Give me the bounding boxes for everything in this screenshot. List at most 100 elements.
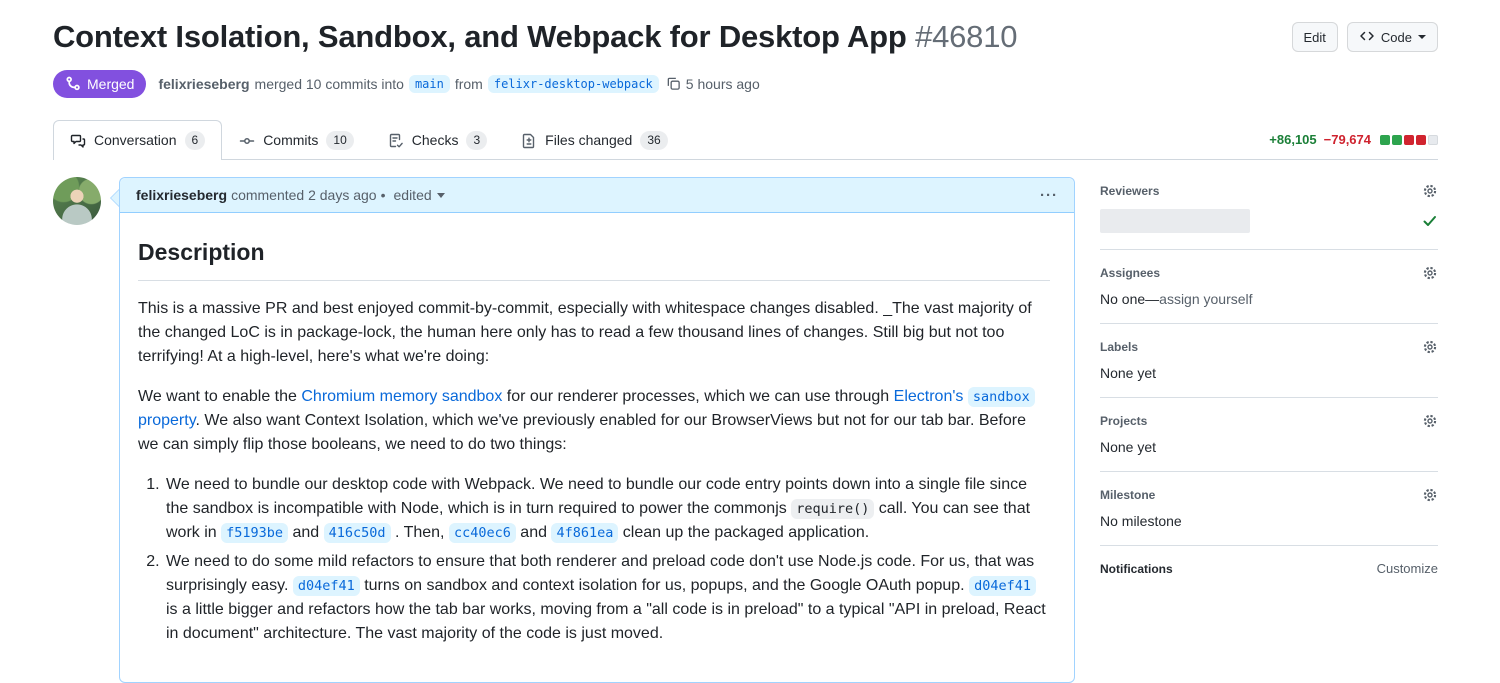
inline-link[interactable]: Electron's — [894, 388, 968, 405]
tab-conversation[interactable]: Conversation 6 — [53, 120, 222, 161]
pr-number: #46810 — [915, 19, 1017, 54]
pr-author[interactable]: felixrieseberg — [158, 76, 249, 92]
gear-icon[interactable] — [1422, 265, 1438, 281]
code-button-label: Code — [1381, 30, 1412, 45]
file-diff-icon — [521, 133, 537, 149]
comment-body: Description This is a massive PR and bes… — [120, 213, 1074, 682]
text-run: . Then, — [391, 524, 449, 541]
commit-link[interactable]: d04ef41 — [969, 576, 1036, 596]
assignees-value: No one—assign yourself — [1100, 291, 1438, 307]
gear-icon[interactable] — [1422, 487, 1438, 503]
code-icon — [1359, 28, 1375, 47]
pull-request-page: Context Isolation, Sandbox, and Webpack … — [0, 0, 1500, 683]
text-run: and — [288, 524, 324, 541]
chevron-down-icon — [1418, 35, 1426, 39]
avatar[interactable] — [53, 177, 101, 225]
merge-time[interactable]: 5 hours ago — [686, 76, 760, 92]
labels-heading-row: Labels — [1100, 339, 1438, 355]
assignees-heading-row: Assignees — [1100, 265, 1438, 281]
commit-link[interactable]: 4f861ea — [551, 523, 618, 543]
base-branch-label[interactable]: main — [409, 75, 450, 93]
comment-header: felixrieseberg commented 2 days ago • ed… — [120, 178, 1074, 213]
pr-header: Context Isolation, Sandbox, and Webpack … — [53, 18, 1438, 57]
reviewer-name-redacted[interactable] — [1100, 209, 1250, 233]
edited-dropdown[interactable]: edited — [394, 187, 445, 203]
commit-link[interactable]: f5193be — [221, 523, 288, 543]
gear-icon[interactable] — [1422, 339, 1438, 355]
inline-link[interactable]: Chromium memory sandbox — [301, 388, 502, 405]
reviewers-heading-row: Reviewers — [1100, 183, 1438, 199]
sidebar-section-notifications: Notifications Customize — [1100, 546, 1438, 592]
description-paragraph-2: We want to enable the Chromium memory sa… — [138, 385, 1050, 457]
assign-yourself-link[interactable]: assign yourself — [1159, 291, 1252, 307]
comment-caret — [111, 190, 119, 206]
diff-block-add — [1392, 135, 1402, 145]
commit-link[interactable]: d04ef41 — [293, 576, 360, 596]
merge-summary: felixrieseberg merged 10 commits into ma… — [158, 75, 759, 93]
sidebar-section-milestone: Milestone No milestone — [1100, 472, 1438, 546]
tab-files-changed-label: Files changed — [545, 131, 632, 151]
list-item: We need to do some mild refactors to ens… — [164, 550, 1050, 646]
pr-title-text: Context Isolation, Sandbox, and Webpack … — [53, 19, 907, 54]
pr-sidebar: Reviewers Assignees — [1100, 177, 1438, 683]
list-item: We need to bundle our desktop code with … — [164, 473, 1050, 545]
header-actions: Edit Code — [1292, 18, 1438, 52]
edited-label: edited — [394, 187, 432, 203]
tab-checks[interactable]: Checks 3 — [371, 120, 504, 161]
tab-commits-count: 10 — [326, 131, 353, 150]
text-run: . We also want Context Isolation, which … — [138, 412, 1026, 453]
commit-link[interactable]: cc40ec6 — [449, 523, 516, 543]
kebab-menu-icon[interactable]: ··· — [1040, 188, 1058, 203]
head-branch-label[interactable]: felixr-desktop-webpack — [488, 75, 659, 93]
text-run: for our renderer processes, which we can… — [502, 388, 893, 405]
comment-box: felixrieseberg commented 2 days ago • ed… — [119, 177, 1075, 683]
no-assignee-text: No one— — [1100, 291, 1159, 307]
chevron-down-icon — [437, 193, 445, 198]
text-run: This is a massive PR and best enjoyed co… — [138, 300, 1032, 365]
sidebar-section-reviewers: Reviewers — [1100, 183, 1438, 250]
diffstat-additions: +86,105 — [1269, 132, 1316, 147]
edit-button-label: Edit — [1304, 30, 1326, 45]
tabs: Conversation 6 Commits 10 Checks 3 — [53, 120, 685, 160]
gear-icon[interactable] — [1422, 183, 1438, 199]
status-badge-label: Merged — [87, 77, 134, 91]
comment-meta: commented 2 days ago — [231, 187, 377, 203]
diffstat-blocks — [1380, 135, 1438, 145]
comment-meta-separator: • — [381, 187, 386, 203]
tab-files-changed-count: 36 — [640, 131, 667, 150]
labels-heading: Labels — [1100, 340, 1138, 354]
reviewer-row — [1100, 209, 1438, 233]
notifications-heading-row: Notifications Customize — [1100, 561, 1438, 576]
labels-value: None yet — [1100, 365, 1438, 381]
edit-button[interactable]: Edit — [1292, 22, 1338, 52]
diff-block-del — [1404, 135, 1414, 145]
code-button[interactable]: Code — [1347, 22, 1438, 52]
inline-code: require() — [791, 499, 874, 519]
tab-files-changed[interactable]: Files changed 36 — [504, 120, 685, 161]
inline-link[interactable]: property — [138, 412, 196, 429]
copy-branch-icon[interactable] — [666, 76, 681, 91]
text-run: We want to enable the — [138, 388, 301, 405]
commit-link[interactable]: sandbox — [968, 387, 1035, 407]
comment-container: felixrieseberg commented 2 days ago • ed… — [119, 177, 1075, 683]
commit-icon — [239, 133, 255, 149]
commit-link[interactable]: 416c50d — [324, 523, 391, 543]
merge-action-text: merged 10 commits into — [255, 76, 404, 92]
tab-commits[interactable]: Commits 10 — [222, 120, 371, 161]
text-run: turns on sandbox and context isolation f… — [360, 577, 969, 594]
diff-block-neutral — [1428, 135, 1438, 145]
approved-check-icon — [1422, 213, 1438, 229]
sidebar-section-assignees: Assignees No one—assign yourself — [1100, 250, 1438, 324]
gear-icon[interactable] — [1422, 413, 1438, 429]
customize-link[interactable]: Customize — [1377, 561, 1438, 576]
tab-checks-label: Checks — [412, 131, 459, 151]
description-heading: Description — [138, 235, 1050, 281]
status-badge: Merged — [53, 70, 146, 98]
milestone-heading-row: Milestone — [1100, 487, 1438, 503]
text-run: is a little bigger and refactors how the… — [166, 601, 1046, 642]
pr-content: felixrieseberg commented 2 days ago • ed… — [53, 177, 1438, 683]
diff-block-del — [1416, 135, 1426, 145]
description-list: We need to bundle our desktop code with … — [138, 473, 1050, 646]
comment-author[interactable]: felixrieseberg — [136, 187, 227, 203]
tab-commits-label: Commits — [263, 131, 318, 151]
